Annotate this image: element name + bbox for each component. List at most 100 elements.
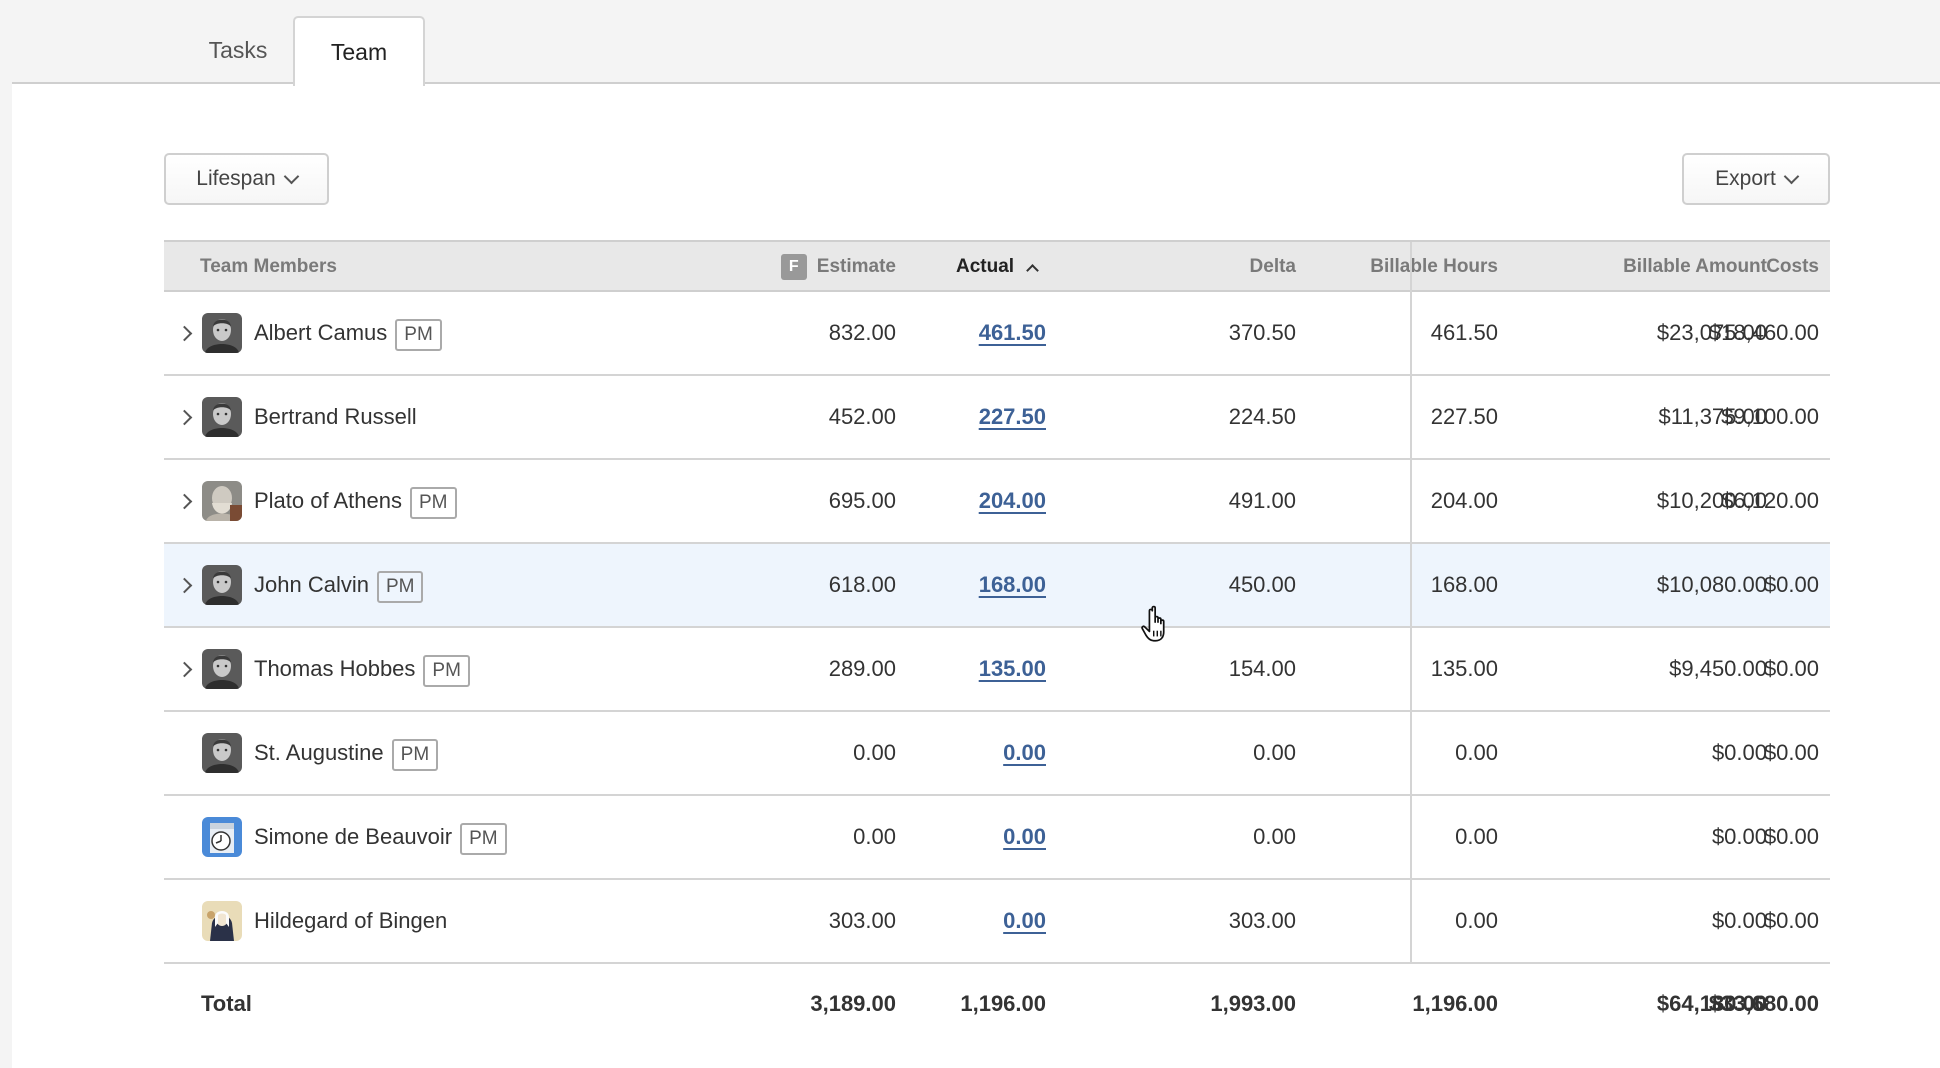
column-divider <box>1410 628 1412 712</box>
actual-cell: 0.00 <box>924 880 1046 962</box>
tab-tasks[interactable]: Tasks <box>196 16 280 84</box>
estimate-value: 452.00 <box>828 404 896 429</box>
total-billable-hours: 1,196.00 <box>1412 991 1498 1016</box>
billable-hours-cell: 0.00 <box>1264 796 1498 878</box>
pm-badge: PM <box>395 319 442 351</box>
avatar <box>202 313 242 353</box>
sort-ascending-icon <box>1026 263 1039 277</box>
avatar <box>202 649 242 689</box>
column-header-billable-amount[interactable]: Billable Amount <box>1504 242 1767 292</box>
table-row[interactable]: Plato of Athens PM 695.00 204.00 491.00 204.0… <box>164 460 1830 544</box>
column-divider <box>1410 544 1412 628</box>
expand-row-chevron-icon[interactable] <box>172 460 196 542</box>
member-name-cell: Simone de Beauvoir PM <box>254 796 507 878</box>
estimate-cell: 452.00 <box>744 376 896 458</box>
costs-value: $9,100.00 <box>1721 404 1819 429</box>
table-row[interactable]: John Calvin PM 618.00 168.00 450.00 168.00 $10… <box>164 544 1830 628</box>
left-margin <box>0 0 12 1068</box>
estimate-cell: 832.00 <box>744 292 896 374</box>
formula-f-icon: F <box>780 254 807 280</box>
actual-hours-link[interactable]: 0.00 <box>1003 824 1046 850</box>
member-name: Thomas Hobbes <box>254 656 416 681</box>
export-label: Export <box>1715 167 1776 190</box>
actual-hours-link[interactable]: 461.50 <box>979 320 1046 346</box>
estimate-cell: 289.00 <box>744 628 896 710</box>
actual-cell: 0.00 <box>924 712 1046 794</box>
pm-badge: PM <box>410 487 457 519</box>
actual-hours-link[interactable]: 227.50 <box>979 404 1046 430</box>
member-name: Albert Camus <box>254 320 388 345</box>
member-name: Simone de Beauvoir <box>254 824 453 849</box>
table-row[interactable]: Albert Camus PM 832.00 461.50 370.50 461.50 $2… <box>164 292 1830 376</box>
expand-row-chevron-icon[interactable] <box>172 376 196 458</box>
actual-cell: 135.00 <box>924 628 1046 710</box>
column-header-costs[interactable]: Costs <box>1764 242 1819 292</box>
actual-hours-link[interactable]: 168.00 <box>979 572 1046 598</box>
total-actual: 1,196.00 <box>960 991 1046 1016</box>
table-row[interactable]: Simone de Beauvoir PM 0.00 0.00 0.00 0.00 $0.0… <box>164 796 1830 880</box>
tab-bar: Tasks Team <box>12 0 1940 86</box>
lifespan-label: Lifespan <box>196 167 276 190</box>
column-header-actual[interactable]: Actual <box>956 242 1106 292</box>
estimate-cell: 303.00 <box>744 880 896 962</box>
pm-badge: PM <box>391 739 439 771</box>
total-estimate: 3,189.00 <box>810 991 896 1016</box>
column-label: Actual <box>956 256 1015 277</box>
expand-row-chevron-icon[interactable] <box>172 292 196 374</box>
chevron-down-icon <box>1783 168 1800 184</box>
export-dropdown[interactable]: Export <box>1682 153 1830 205</box>
actual-hours-link[interactable]: 204.00 <box>979 488 1046 514</box>
estimate-cell: 0.00 <box>744 712 896 794</box>
table-body: Albert Camus PM 832.00 461.50 370.50 461.50 $2… <box>164 292 1830 964</box>
member-name-cell: Bertrand Russell <box>254 376 417 458</box>
costs-value: $18,460.00 <box>1708 320 1819 345</box>
costs-value: $0.00 <box>1763 740 1819 765</box>
estimate-value: 832.00 <box>828 320 896 345</box>
actual-cell: 168.00 <box>924 544 1046 626</box>
billable-hours-value: 0.00 <box>1455 740 1498 765</box>
lifespan-dropdown[interactable]: Lifespan <box>164 153 329 205</box>
avatar <box>202 397 242 437</box>
column-header-estimate[interactable]: F Estimate <box>744 242 896 292</box>
billable-hours-cell: 0.00 <box>1264 712 1498 794</box>
actual-cell: 461.50 <box>924 292 1046 374</box>
expand-row-chevron-icon[interactable] <box>172 544 196 626</box>
billable-hours-value: 227.50 <box>1430 404 1498 429</box>
table-row[interactable]: Thomas Hobbes PM 289.00 135.00 154.00 135.00 $… <box>164 628 1830 712</box>
column-header-team-members[interactable]: Team Members <box>200 242 500 292</box>
costs-cell: $0.00 <box>1704 628 1819 710</box>
column-header-billable-hours[interactable]: Billable Hours <box>1264 242 1498 292</box>
tab-team[interactable]: Team <box>293 16 425 86</box>
costs-value: $6,120.00 <box>1721 488 1819 513</box>
costs-cell: $0.00 <box>1704 796 1819 878</box>
table-row[interactable]: Bertrand Russell 452.00 227.50 224.50 227.50… <box>164 376 1830 460</box>
avatar <box>202 733 242 773</box>
member-name: Plato of Athens <box>254 488 402 513</box>
member-name-cell: John Calvin PM <box>254 544 424 626</box>
table-header: Team Members F Estimate Actual Delta Bil… <box>164 240 1830 292</box>
costs-cell: $0.00 <box>1704 880 1819 962</box>
billable-hours-value: 461.50 <box>1430 320 1498 345</box>
total-row: Total 3,189.00 1,196.00 1,993.00 1,196.0… <box>164 964 1830 1044</box>
estimate-value: 303.00 <box>828 908 896 933</box>
total-costs: $33,680.00 <box>1708 991 1819 1016</box>
member-name-cell: Thomas Hobbes PM <box>254 628 470 710</box>
pm-badge: PM <box>376 571 424 603</box>
column-divider <box>1410 796 1412 880</box>
costs-value: $0.00 <box>1763 572 1819 597</box>
estimate-value: 695.00 <box>828 488 896 513</box>
expand-row-chevron-icon[interactable] <box>172 628 196 710</box>
actual-hours-link[interactable]: 0.00 <box>1003 740 1046 766</box>
costs-cell: $18,460.00 <box>1704 292 1819 374</box>
estimate-cell: 695.00 <box>744 460 896 542</box>
estimate-value: 0.00 <box>853 824 896 849</box>
column-divider <box>1410 712 1412 796</box>
estimate-value: 618.00 <box>828 572 896 597</box>
table-row[interactable]: St. Augustine PM 0.00 0.00 0.00 0.00 $0.00 $0.0… <box>164 712 1830 796</box>
table-row[interactable]: Hildegard of Bingen 303.00 0.00 303.00 0.00 $… <box>164 880 1830 964</box>
costs-cell: $6,120.00 <box>1704 460 1819 542</box>
actual-hours-link[interactable]: 135.00 <box>979 656 1046 682</box>
member-name: Hildegard of Bingen <box>254 908 448 933</box>
billable-hours-value: 135.00 <box>1430 656 1498 681</box>
actual-hours-link[interactable]: 0.00 <box>1003 908 1046 934</box>
